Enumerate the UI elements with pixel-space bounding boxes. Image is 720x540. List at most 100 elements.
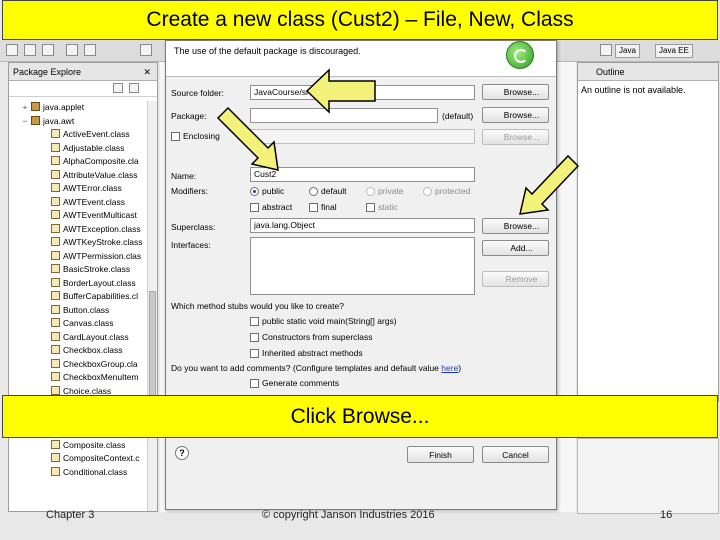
generate-comments-checkbox[interactable]	[250, 379, 259, 388]
modifier-static-checkbox[interactable]	[366, 203, 375, 212]
tree-item-label: Conditional.class	[63, 466, 128, 477]
class-file-icon	[51, 210, 60, 219]
close-icon[interactable]: ✕	[143, 63, 151, 81]
package-icon	[31, 102, 40, 111]
tree-item-label: AWTEventMulticast	[63, 210, 137, 220]
tree-item[interactable]: CheckboxGroup.cla	[9, 358, 149, 372]
tree-item[interactable]: AWTEventMulticast	[9, 209, 149, 223]
tree-item-label: Choice.class	[63, 385, 112, 396]
tree-item-label: AWTEvent.class	[63, 196, 126, 207]
tree-item[interactable]: Conditional.class	[9, 466, 149, 480]
tree-item-label: ActiveEvent.class	[63, 129, 130, 139]
slide-instruction: Click Browse...	[2, 395, 718, 438]
collapse-icon[interactable]: −	[21, 115, 29, 129]
tree-item[interactable]: AWTKeyStroke.class	[9, 236, 149, 250]
bottom-right-view	[577, 438, 719, 514]
package-explorer-tab-label: Package Explore	[13, 67, 82, 77]
modifier-protected-radio[interactable]	[423, 187, 432, 196]
configure-templates-link[interactable]: here	[441, 363, 458, 373]
comments-question-text: Do you want to add comments? (Configure …	[171, 363, 439, 373]
tree-item[interactable]: − java.awt	[9, 115, 149, 129]
package-explorer-panel: Package Explore ✕ + java.applet − java.awt A…	[8, 62, 158, 512]
tree-item[interactable]: AWTException.class	[9, 223, 149, 237]
tree-item[interactable]: Composite.class	[9, 439, 149, 453]
print-icon[interactable]	[42, 44, 54, 56]
tree-item[interactable]: BufferCapabilities.cl	[9, 290, 149, 304]
tree-scrollbar-thumb[interactable]	[149, 291, 156, 401]
finish-button[interactable]: Finish	[407, 446, 474, 463]
tree-item-label: BorderLayout.class	[63, 277, 136, 288]
modifier-private-label: private	[378, 186, 404, 196]
open-type-icon[interactable]	[66, 44, 78, 56]
stub-main-checkbox[interactable]	[250, 317, 259, 326]
source-folder-browse-button[interactable]: Browse...	[482, 84, 549, 100]
search-icon[interactable]	[84, 44, 96, 56]
tree-item[interactable]: Adjustable.class	[9, 142, 149, 156]
new-wizard-icon[interactable]	[6, 44, 18, 56]
tree-item[interactable]: BorderLayout.class	[9, 277, 149, 291]
outline-tab[interactable]: Outline	[578, 63, 718, 81]
tree-item[interactable]: AlphaComposite.cla	[9, 155, 149, 169]
link-editor-icon[interactable]	[129, 83, 139, 93]
remove-interface-button[interactable]: Remove	[482, 271, 549, 287]
stub-inherited-label: Inherited abstract methods	[262, 348, 363, 358]
debug-icon[interactable]	[140, 44, 152, 56]
superclass-browse-button[interactable]: Browse...	[482, 218, 549, 234]
expand-icon[interactable]: +	[21, 101, 29, 115]
package-browse-button[interactable]: Browse...	[482, 107, 549, 123]
tree-item[interactable]: AWTError.class	[9, 182, 149, 196]
class-file-icon	[51, 358, 60, 368]
perspective-javaee[interactable]: Java EE	[655, 44, 693, 58]
tree-item[interactable]: CheckboxMenuItem	[9, 371, 149, 385]
help-icon[interactable]: ?	[175, 446, 189, 460]
modifier-public-radio[interactable]	[250, 187, 259, 196]
tree-item[interactable]: Checkbox.class	[9, 344, 149, 358]
package-explorer-tab[interactable]: Package Explore ✕	[9, 63, 157, 81]
class-file-icon	[51, 250, 60, 260]
tree-item[interactable]: CardLayout.class	[9, 331, 149, 345]
tree-item[interactable]: Canvas.class	[9, 317, 149, 331]
arrow-to-superclass-browse	[519, 154, 580, 215]
tree-scrollbar[interactable]	[147, 101, 157, 511]
tree-item-label: AlphaComposite.cla	[63, 156, 139, 166]
class-file-icon	[51, 223, 60, 233]
tree-item[interactable]: CompositeContext.c	[9, 452, 149, 466]
interfaces-label: Interfaces:	[171, 240, 211, 250]
tree-item[interactable]: ActiveEvent.class	[9, 128, 149, 142]
superclass-field[interactable]: java.lang.Object	[250, 218, 475, 233]
modifier-private-radio[interactable]	[366, 187, 375, 196]
enclosing-browse-button[interactable]: Browse...	[482, 129, 549, 145]
perspective-java[interactable]: Java	[615, 44, 640, 58]
stub-inherited-checkbox[interactable]	[250, 349, 259, 358]
class-name-field[interactable]: Cust2	[250, 167, 475, 182]
enclosing-checkbox[interactable]	[171, 132, 180, 141]
tree-item[interactable]: AWTPermission.clas	[9, 250, 149, 264]
stub-constructors-checkbox[interactable]	[250, 333, 259, 342]
modifier-default-radio[interactable]	[309, 187, 318, 196]
tree-item-label: Composite.class	[63, 439, 126, 450]
package-tree: + java.applet − java.awt ActiveEvent.class Ad…	[9, 101, 149, 511]
collapse-all-icon[interactable]	[113, 83, 123, 93]
tree-item-label: CheckboxMenuItem	[63, 372, 139, 382]
modifier-default-label: default	[321, 186, 347, 196]
class-file-icon	[51, 453, 60, 462]
outline-message: An outline is not available.	[581, 85, 686, 95]
add-interface-button[interactable]: Add...	[482, 240, 549, 256]
class-file-icon	[51, 372, 60, 381]
tree-item[interactable]: AWTEvent.class	[9, 196, 149, 210]
class-file-icon	[51, 318, 60, 327]
tree-item-label: Checkbox.class	[63, 345, 123, 355]
modifier-public-label: public	[262, 186, 285, 196]
tree-item[interactable]: BasicStroke.class	[9, 263, 149, 277]
interfaces-list[interactable]	[250, 237, 475, 295]
package-explorer-toolbar	[9, 81, 157, 97]
modifier-final-checkbox[interactable]	[309, 203, 318, 212]
cancel-button[interactable]: Cancel	[482, 446, 549, 463]
tree-item-label: Adjustable.class	[63, 142, 125, 153]
tree-item[interactable]: Button.class	[9, 304, 149, 318]
tree-item[interactable]: + java.applet	[9, 101, 149, 115]
save-icon[interactable]	[24, 44, 36, 56]
tree-item[interactable]: AttributeValue.class	[9, 169, 149, 183]
modifier-abstract-checkbox[interactable]	[250, 203, 259, 212]
open-perspective-icon[interactable]	[600, 44, 612, 56]
